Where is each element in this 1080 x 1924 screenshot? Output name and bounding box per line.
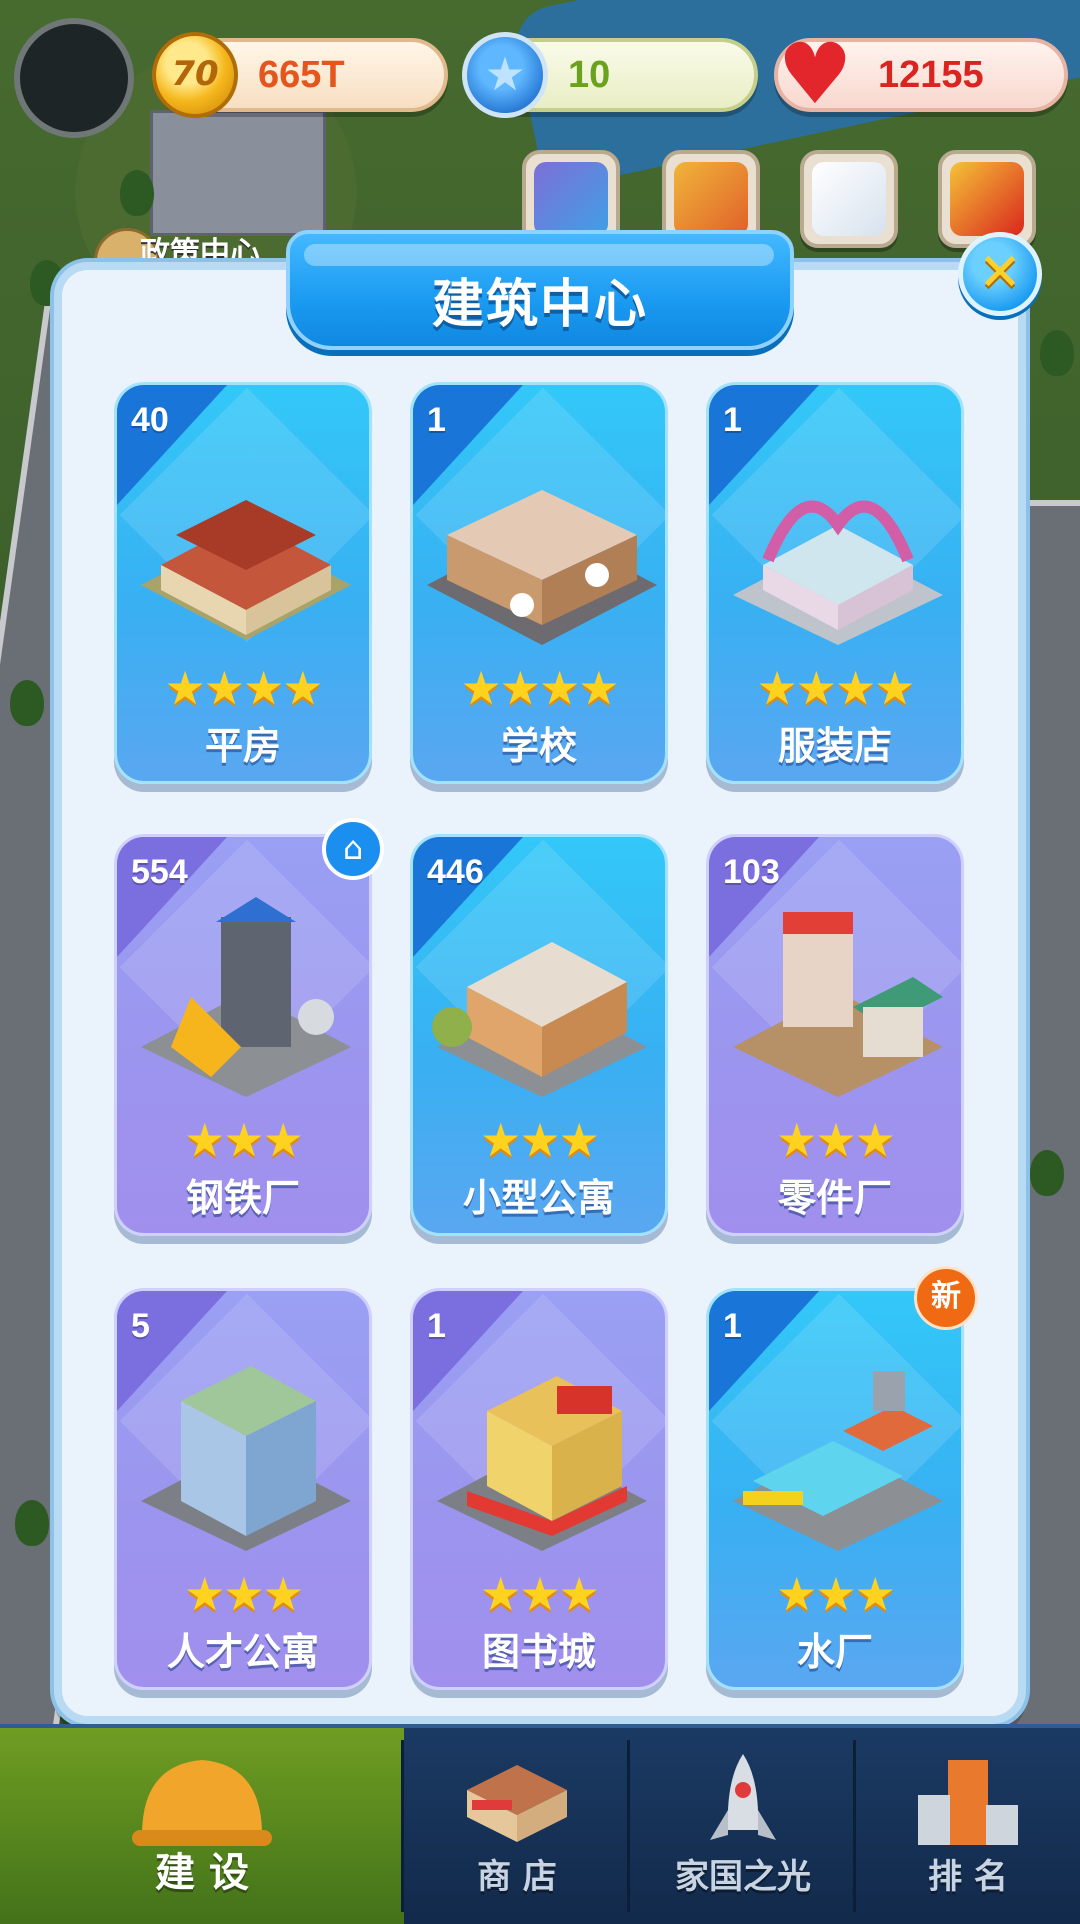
tab-label: 商 店 [477, 1857, 557, 1897]
building-count: 1 [427, 1307, 446, 1345]
building-card-small-apartment[interactable]: 446 ★★★ 小型公寓 [410, 834, 668, 1236]
building-count: 1 [427, 401, 446, 439]
building-name: 水厂 [796, 1630, 873, 1674]
star-rating: ★★★ [480, 1567, 600, 1621]
school-building-icon [427, 490, 657, 645]
house-building-icon [141, 500, 351, 640]
talent-apartment-icon [141, 1366, 351, 1551]
tab-ranking[interactable]: 排 名 [856, 1728, 1080, 1924]
star-rating: ★★★ [184, 1113, 304, 1167]
building-name: 零件厂 [777, 1176, 892, 1220]
gold-coin-icon: 70 [152, 32, 238, 118]
building-name: 钢铁厂 [185, 1176, 300, 1220]
building-card-water-plant[interactable]: 1 ★★★ 水厂 [706, 1288, 964, 1690]
building-name: 服装店 [777, 724, 892, 768]
rocket-icon [710, 1754, 776, 1840]
building-card-clothing-store[interactable]: 1 ★★★★ 服装店 [706, 382, 964, 784]
close-icon: ✕ [978, 243, 1022, 303]
new-badge: 新 [914, 1266, 978, 1330]
tab-national-glory[interactable]: 家国之光 [630, 1728, 856, 1924]
clothing-store-icon [733, 500, 943, 645]
building-card-pingfang[interactable]: 40 ★★★★ 平房 [114, 382, 372, 784]
building-count: 103 [723, 853, 780, 891]
shop-icon [467, 1765, 567, 1842]
close-button[interactable]: ✕ [958, 232, 1042, 316]
star-rating: ★★★ [776, 1567, 896, 1621]
building-name: 小型公寓 [462, 1176, 615, 1220]
podium-icon [918, 1760, 1018, 1845]
gold-value: 665T [258, 54, 345, 96]
star-rating: ★★★★ [460, 661, 620, 715]
blue-star-icon: ★ [462, 32, 548, 118]
apartment-building-icon [432, 942, 647, 1097]
bookstore-building-icon [437, 1376, 647, 1551]
tab-label: 建 设 [155, 1850, 249, 1896]
tab-label: 家国之光 [675, 1857, 811, 1897]
building-card-steel-mill[interactable]: 554 ★★★ 钢铁厂 [114, 834, 372, 1236]
hardhat-icon [132, 1760, 272, 1846]
building-count: 40 [131, 401, 169, 439]
steel-mill-icon [141, 897, 351, 1097]
bottom-navigation: 建 设 商 店 家国之光 排 名 [0, 1724, 1080, 1924]
heart-counter[interactable]: ♥ 12155 [774, 25, 1068, 123]
water-plant-icon [733, 1371, 943, 1551]
building-card-school[interactable]: 1 ★★★★ 学校 [410, 382, 668, 784]
parts-factory-icon [733, 912, 943, 1097]
gold-counter[interactable]: 70 665T [152, 32, 448, 118]
star-counter[interactable]: ★ 10 [462, 32, 758, 118]
star-rating: ★★★ [480, 1113, 600, 1167]
building-count: 1 [723, 401, 742, 439]
building-count: 1 [723, 1307, 742, 1345]
star-rating: ★★★ [776, 1113, 896, 1167]
panel-title-bar: 建筑中心 [286, 230, 794, 350]
building-name: 人才公寓 [166, 1630, 319, 1674]
building-name: 平房 [204, 724, 281, 768]
building-card-parts-factory[interactable]: 103 ★★★ 零件厂 [706, 834, 964, 1236]
tab-label: 排 名 [928, 1857, 1008, 1897]
building-name: 图书城 [481, 1630, 596, 1674]
building-card-book-city[interactable]: 1 ★★★ 图书城 [410, 1288, 668, 1690]
tab-build[interactable]: 建 设 [0, 1728, 404, 1924]
building-name: 学校 [500, 724, 577, 768]
panel-title: 建筑中心 [431, 276, 648, 334]
home-icon: ⌂ [322, 818, 384, 880]
star-rating: ★★★★ [164, 661, 324, 715]
star-rating: ★★★★ [756, 661, 916, 715]
building-count: 554 [131, 853, 188, 891]
building-count: 446 [427, 853, 484, 891]
star-rating: ★★★ [184, 1567, 304, 1621]
star-value: 10 [568, 54, 611, 96]
heart-value: 12155 [878, 54, 984, 96]
building-card-talent-apartment[interactable]: 5 ★★★ 人才公寓 [114, 1288, 372, 1690]
building-count: 5 [131, 1307, 150, 1345]
heart-icon: ♥ [777, 25, 853, 123]
player-avatar[interactable] [14, 18, 134, 138]
tab-shop[interactable]: 商 店 [404, 1728, 630, 1924]
ambulance-event-icon[interactable] [800, 150, 898, 248]
